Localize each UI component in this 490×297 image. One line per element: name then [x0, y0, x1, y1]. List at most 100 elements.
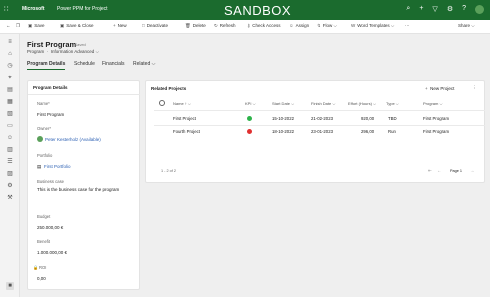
check-access-button[interactable]: ⚷ Check Access — [247, 23, 281, 29]
effort-cell: 920,00 — [361, 116, 375, 121]
chart-nav-icon[interactable]: ▨ — [6, 170, 14, 178]
column-header-name[interactable]: Name ↑ ⌵ — [173, 101, 191, 106]
column-header-start-date[interactable]: Start Date ⌵ — [272, 101, 294, 106]
column-header-effort[interactable]: Effort (Hours) ⌵ — [348, 101, 376, 106]
new-project-button[interactable]: + New Project — [425, 86, 454, 91]
waffle-icon[interactable]: ∷ — [4, 6, 12, 14]
recent-icon[interactable]: ◷ — [6, 62, 14, 70]
benefit-field[interactable]: 1.000.000,00 € — [37, 250, 67, 255]
start-date-cell: 18-10-2022 — [272, 129, 294, 134]
save-close-button[interactable]: ▣ Save & Close — [60, 23, 94, 29]
column-header-kpi[interactable]: KPI ⌵ — [245, 101, 256, 106]
app-name[interactable]: Power PPM for Project — [57, 6, 108, 12]
save-close-label: Save & Close — [66, 23, 94, 28]
refresh-button[interactable]: ↻ Refresh — [214, 23, 236, 29]
user-avatar[interactable] — [475, 5, 484, 14]
new-button[interactable]: + New — [113, 23, 127, 28]
calendar-nav-icon[interactable]: ▥ — [6, 146, 14, 154]
tab-related-label: Related — [133, 61, 151, 67]
open-new-window-button[interactable]: ❐ — [16, 23, 20, 29]
brand-name: Microsoft — [22, 6, 45, 12]
tab-schedule[interactable]: Schedule — [74, 61, 95, 67]
area-switcher-icon[interactable]: ■ — [6, 282, 14, 290]
name-field[interactable]: First Program — [37, 112, 64, 117]
first-page-button[interactable]: ⇤ — [428, 168, 432, 174]
share-label: Share — [458, 23, 471, 28]
chevron-down-icon[interactable]: ⌵ — [96, 49, 99, 54]
roi-label: ROI — [39, 265, 47, 270]
related-projects-card: Related Projects + New Project ⋮ Name ↑ … — [145, 80, 485, 183]
filter-icon[interactable]: ▽ — [432, 5, 437, 14]
people-nav-icon[interactable]: ☺ — [6, 134, 14, 142]
home-icon[interactable]: ⌂ — [6, 50, 14, 58]
settings-nav-icon[interactable]: ⚙ — [6, 182, 14, 190]
left-navigation: ≡ ⌂ ◷ ⌖ ▤ ▦ ▧ ▭ ☺ ▥ ☰ ▨ ⚙ ⚒ ■ — [0, 34, 20, 297]
tab-related[interactable]: Related ⌵ — [133, 61, 155, 67]
tools-nav-icon[interactable]: ⚒ — [6, 194, 14, 202]
pinned-icon[interactable]: ⌖ — [6, 74, 14, 82]
deactivate-button[interactable]: □ Deactivate — [142, 23, 168, 28]
related-projects-title: Related Projects — [151, 86, 187, 91]
column-type-label: Type — [386, 101, 395, 106]
column-header-type[interactable]: Type ⌵ — [386, 101, 399, 106]
column-name-label: Name — [173, 101, 184, 106]
record-title: First Program — [27, 40, 77, 49]
type-cell: Run — [388, 129, 396, 134]
document-nav-icon[interactable]: ▭ — [6, 122, 14, 130]
project-name-link[interactable]: First Project — [173, 116, 196, 121]
business-case-field[interactable]: This is the business case for the progra… — [37, 187, 137, 192]
portfolio-field[interactable]: First Portfolio — [44, 164, 71, 169]
refresh-label: Refresh — [219, 23, 236, 28]
owner-field[interactable]: Peter Kesterholz (Available) — [45, 137, 101, 142]
portfolio-nav-icon[interactable]: ▤ — [6, 86, 14, 94]
start-date-cell: 15-10-2022 — [272, 116, 294, 121]
search-icon[interactable]: ⌕ — [406, 5, 410, 14]
record-count: 1 - 2 of 2 — [161, 169, 176, 173]
list-nav-icon[interactable]: ☰ — [6, 158, 14, 166]
key-icon: ⚷ — [247, 23, 251, 28]
word-templates-button[interactable]: W Word Templates ⌵ — [351, 23, 394, 28]
next-page-button[interactable]: → — [470, 168, 474, 173]
budget-field[interactable]: 250.000,00 € — [37, 225, 63, 230]
kpi-indicator — [247, 129, 252, 134]
plus-icon[interactable]: + — [419, 5, 423, 14]
column-header-finish-date[interactable]: Finish Date ⌵ — [311, 101, 335, 106]
flow-button[interactable]: ↯ Flow ⌵ — [317, 23, 337, 29]
settings-icon[interactable]: ⚙ — [447, 5, 453, 14]
save-label: Save — [34, 23, 45, 28]
program-nav-icon[interactable]: ▦ — [6, 98, 14, 106]
command-bar: ← ❐ ▣ Save ▣ Save & Close + New □ Deactivate… — [0, 20, 490, 34]
hamburger-icon[interactable]: ≡ — [6, 38, 14, 46]
effort-cell: 296,00 — [361, 129, 375, 134]
saved-status: - Saved — [72, 42, 86, 47]
program-link[interactable]: First Program — [423, 129, 449, 134]
column-header-program[interactable]: Program ⌵ — [423, 101, 443, 106]
roi-field: 0,00 — [37, 276, 46, 281]
save-button[interactable]: ▣ Save — [28, 23, 45, 29]
help-icon[interactable]: ? — [462, 5, 466, 14]
tab-financials[interactable]: Financials — [102, 61, 125, 67]
type-cell: TBD — [388, 116, 397, 121]
kpi-indicator — [247, 116, 252, 121]
delete-label: Delete — [192, 23, 206, 28]
new-project-label: New Project — [430, 86, 455, 91]
column-program-label: Program — [423, 101, 439, 106]
share-button[interactable]: Share ⌵ — [458, 23, 475, 28]
project-nav-icon[interactable]: ▧ — [6, 110, 14, 118]
project-name-link[interactable]: Fourth Project — [173, 129, 200, 134]
deactivate-label: Deactivate — [146, 23, 168, 28]
flow-label: Flow — [322, 23, 333, 28]
assign-button[interactable]: ☺ Assign — [289, 23, 309, 28]
previous-page-button[interactable]: ← — [437, 168, 441, 173]
select-all-checkbox[interactable] — [159, 100, 165, 106]
form-selector[interactable]: Information Advanced — [51, 49, 95, 54]
portfolio-icon: ▤ — [37, 164, 42, 169]
delete-button[interactable]: 🗑 Delete — [185, 23, 206, 29]
tab-program-details[interactable]: Program Details — [27, 61, 66, 70]
more-commands-button[interactable]: ⋯ — [405, 23, 410, 29]
more-options-icon[interactable]: ⋮ — [472, 85, 477, 91]
person-icon: ☺ — [289, 23, 294, 28]
program-link[interactable]: First Program — [423, 116, 449, 121]
finish-date-cell: 21-02-2023 — [311, 116, 333, 121]
back-button[interactable]: ← — [6, 23, 11, 28]
